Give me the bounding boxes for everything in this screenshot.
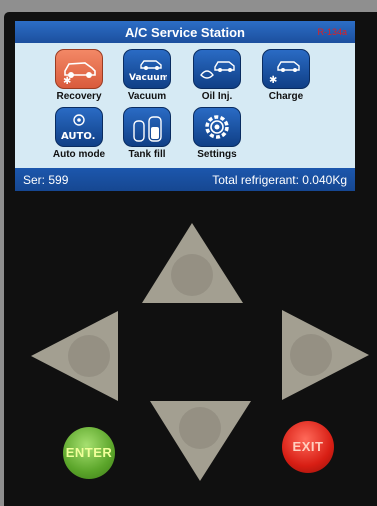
- enter-button[interactable]: ENTER: [63, 427, 115, 479]
- total-refrigerant: Total refrigerant: 0.040Kg: [212, 173, 347, 187]
- tank-fill-label: Tank fill: [128, 149, 166, 160]
- vacuum-icon-text: Vacuum: [129, 73, 167, 83]
- menu-item-vacuum[interactable]: Vacuum Vacuum: [115, 49, 179, 105]
- svg-text:✱: ✱: [269, 75, 277, 85]
- screen-title: A/C Service Station: [125, 25, 245, 40]
- status-bar: Ser: 599 Total refrigerant: 0.040Kg: [15, 168, 355, 191]
- settings-label: Settings: [197, 149, 237, 160]
- service-count: Ser: 599: [23, 173, 69, 187]
- vacuum-icon: Vacuum: [123, 49, 171, 89]
- menu-item-recovery[interactable]: ✱ Recovery: [47, 49, 111, 105]
- auto-mode-icon: AUTO.: [55, 107, 103, 147]
- recovery-label: Recovery: [56, 91, 102, 102]
- charge-icon: ✱: [262, 49, 310, 89]
- menu-item-settings[interactable]: Settings: [185, 107, 249, 163]
- menu-item-tank-fill[interactable]: Tank fill: [115, 107, 179, 163]
- vacuum-label: Vacuum: [127, 91, 167, 102]
- right-arrow-key[interactable]: [281, 309, 370, 401]
- menu-item-auto-mode[interactable]: AUTO. Auto mode: [47, 107, 111, 163]
- title-bar: A/C Service Station R-134a: [15, 21, 355, 43]
- oil-injection-icon: [193, 49, 241, 89]
- lcd-screen: A/C Service Station R-134a ✱ Recovery Va…: [15, 21, 355, 191]
- oil-injection-label: Oil Inj.: [201, 91, 233, 102]
- left-arrow-key[interactable]: [30, 310, 119, 402]
- auto-mode-label: Auto mode: [52, 149, 106, 160]
- exit-button[interactable]: EXIT: [282, 421, 334, 473]
- menu-item-charge[interactable]: ✱ Charge: [254, 49, 318, 105]
- svg-text:✱: ✱: [63, 76, 71, 85]
- menu-item-oil-injection[interactable]: Oil Inj.: [185, 49, 249, 105]
- recovery-icon: ✱: [55, 49, 103, 89]
- settings-icon: [193, 107, 241, 147]
- auto-mode-icon-text: AUTO.: [61, 131, 95, 142]
- up-arrow-key[interactable]: [141, 222, 244, 304]
- refrigerant-type: R-134a: [317, 27, 347, 37]
- tank-fill-icon: [123, 107, 171, 147]
- charge-label: Charge: [268, 91, 304, 102]
- down-arrow-key[interactable]: [149, 400, 252, 482]
